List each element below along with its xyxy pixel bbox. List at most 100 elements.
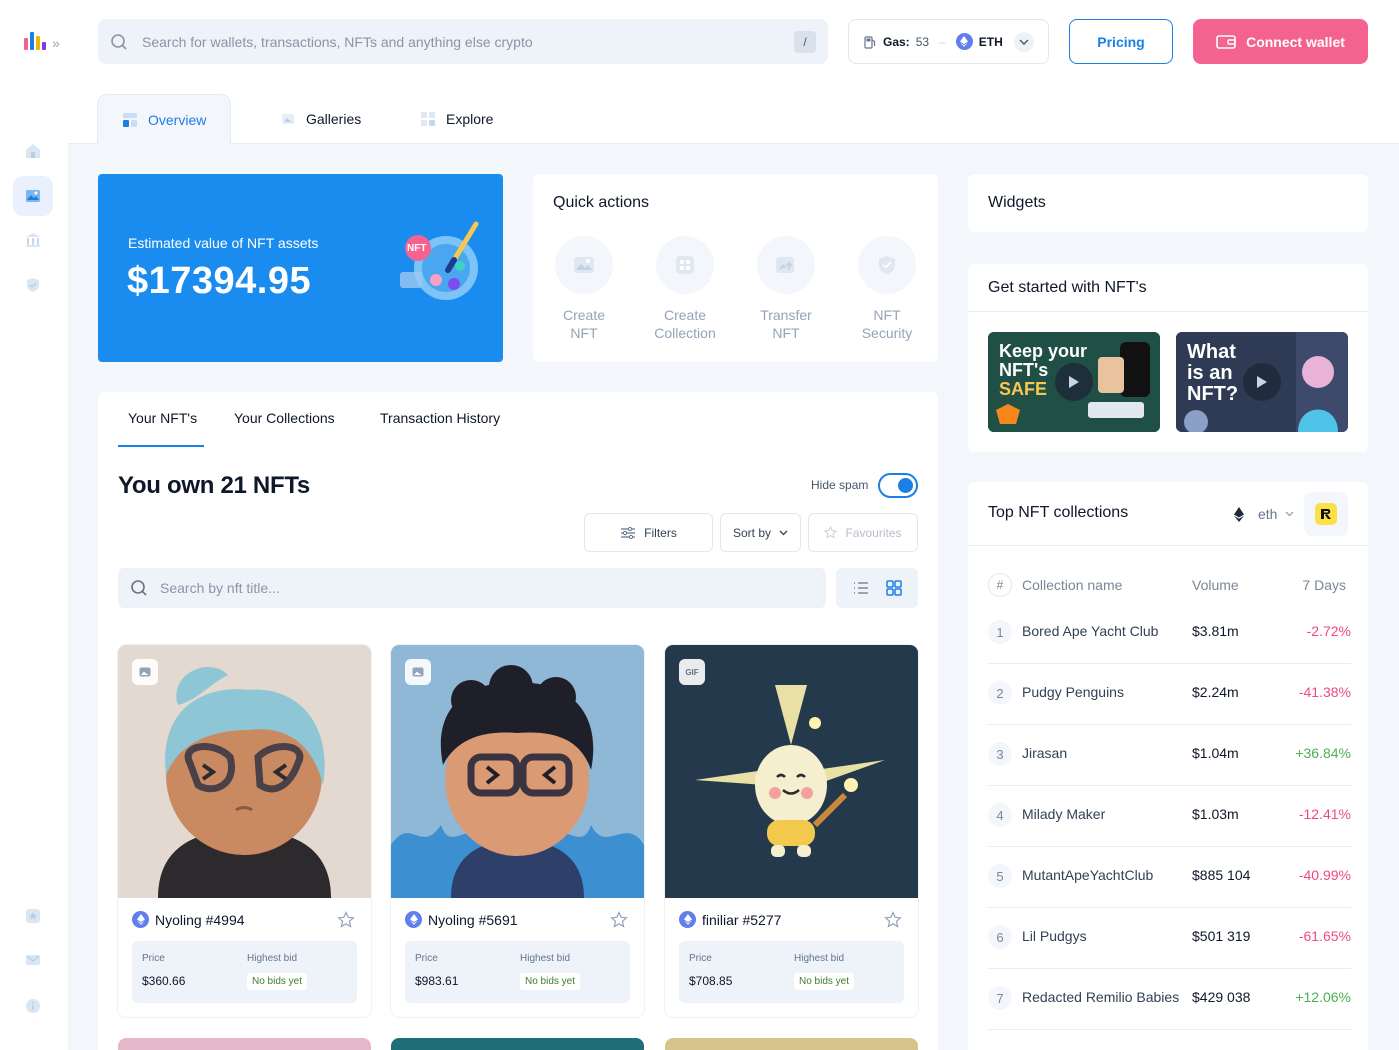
tab-your-nfts[interactable]: Your NFT's xyxy=(128,410,197,426)
sidebar-item-info[interactable] xyxy=(13,986,53,1026)
table-row[interactable]: 5 MutantApeYachtClub $885 104 -40.99% xyxy=(988,847,1351,908)
chevron-down-icon xyxy=(1014,31,1034,52)
mail-icon xyxy=(26,955,40,965)
left-rail: » xyxy=(0,0,68,1050)
list-view-icon[interactable] xyxy=(853,582,869,594)
connect-wallet-label: Connect wallet xyxy=(1246,33,1345,50)
price-label: Price xyxy=(415,953,438,964)
nft-value-card: Estimated value of NFT assets $17394.95 … xyxy=(98,174,503,362)
gas-network-selector[interactable]: Gas: 53 – ETH xyxy=(848,19,1049,64)
nft-search-input[interactable]: Search by nft title... xyxy=(160,580,280,596)
tab-explore[interactable]: Explore xyxy=(420,94,493,144)
nft-name-label: finiliar #5277 xyxy=(702,911,782,928)
nft-card[interactable]: GIF finiliar #5277 Price $708.85 Highest… xyxy=(665,645,918,1017)
table-row[interactable]: 1 Bored Ape Yacht Club $3.81m -2.72% xyxy=(988,603,1351,664)
hide-spam-toggle[interactable] xyxy=(878,473,918,498)
nft-card-peek[interactable] xyxy=(391,1038,644,1050)
video-keep-nfts-safe[interactable]: Keep your NFT's SAFE xyxy=(988,332,1160,432)
collections-network-dropdown[interactable]: eth xyxy=(1234,506,1294,522)
quick-actions-card: Quick actions Create NFT Create Collection… xyxy=(533,174,938,362)
transfer-nft-button[interactable]: Transfer NFT xyxy=(746,236,826,342)
table-row[interactable]: 3 Jirasan $1.04m +36.84% xyxy=(988,725,1351,786)
favorite-star-icon[interactable] xyxy=(337,911,355,929)
collection-change: -2.72% xyxy=(1306,623,1351,639)
nft-card[interactable]: Nyoling #5691 Price $983.61 Highest bid … xyxy=(391,645,644,1017)
image-icon xyxy=(26,190,40,202)
favourites-button[interactable]: Favourites xyxy=(808,513,918,552)
create-nft-line1: Create xyxy=(562,307,606,323)
transfer-nft-line2: NFT xyxy=(772,325,800,341)
nft-security-button[interactable]: NFT Security xyxy=(847,236,927,342)
collection-change: -40.99% xyxy=(1298,867,1351,883)
table-row[interactable]: 4 Milady Maker $1.03m -12.41% xyxy=(988,786,1351,847)
image-icon xyxy=(574,257,594,273)
active-tab-underline xyxy=(118,445,204,447)
collection-change: +36.84% xyxy=(1295,745,1351,761)
favourites-label: Favourites xyxy=(845,525,902,540)
global-search-input[interactable]: Search for wallets, transactions, NFTs a… xyxy=(142,34,794,50)
create-nft-button[interactable]: Create NFT xyxy=(544,236,624,342)
nft-name: Nyoling #4994 xyxy=(132,911,245,928)
home-icon xyxy=(26,144,40,158)
favorite-star-icon[interactable] xyxy=(610,911,628,929)
collection-volume: $885 104 xyxy=(1192,867,1251,883)
nft-card-peek[interactable] xyxy=(665,1038,918,1050)
highest-bid-value: No bids yet xyxy=(520,973,581,990)
play-icon[interactable] xyxy=(1243,363,1281,401)
global-search[interactable]: Search for wallets, transactions, NFTs a… xyxy=(98,19,828,64)
video-title: What is an NFT? xyxy=(1187,341,1239,405)
transfer-image-icon xyxy=(776,257,794,273)
collection-volume: $429 038 xyxy=(1192,989,1251,1005)
pricing-button[interactable]: Pricing xyxy=(1069,19,1173,64)
gas-label: Gas: xyxy=(883,34,910,49)
create-collection-line2: Collection xyxy=(654,325,716,341)
app-logo[interactable]: » xyxy=(24,32,60,50)
sidebar-item-home[interactable] xyxy=(13,131,53,171)
filters-button[interactable]: Filters xyxy=(584,513,713,552)
video-what-is-nft[interactable]: What is an NFT? xyxy=(1176,332,1348,432)
play-icon[interactable] xyxy=(1055,363,1093,401)
gas-value: 53 xyxy=(915,34,930,49)
sidebar-item-nft[interactable] xyxy=(13,176,53,216)
table-row[interactable]: 7 Redacted Remilio Babies $429 038 +12.06% xyxy=(988,969,1351,1030)
collection-rank: 1 xyxy=(988,620,1012,644)
collection-volume: $3.81m xyxy=(1192,623,1239,639)
sidebar-item-favorites[interactable] xyxy=(13,896,53,936)
tab-transaction-history[interactable]: Transaction History xyxy=(380,410,500,426)
widgets-card[interactable]: Widgets xyxy=(968,174,1368,232)
tab-your-collections[interactable]: Your Collections xyxy=(234,410,335,426)
sidebar-item-security[interactable] xyxy=(13,265,53,305)
nft-price-box: Price $360.66 Highest bid No bids yet xyxy=(132,941,357,1003)
tab-galleries[interactable]: Galleries xyxy=(280,94,361,144)
get-started-card: Get started with NFT's Keep your NFT's SAF… xyxy=(968,264,1368,452)
highest-bid-value: No bids yet xyxy=(247,973,308,990)
info-icon xyxy=(26,999,40,1013)
nft-image[interactable]: GIF xyxy=(665,645,918,898)
divider xyxy=(968,545,1368,546)
nft-image[interactable] xyxy=(118,645,371,898)
expand-chevron-icon[interactable]: » xyxy=(52,36,60,50)
table-row[interactable]: 2 Pudgy Penguins $2.24m -41.38% xyxy=(988,664,1351,725)
nft-price-box: Price $708.85 Highest bid No bids yet xyxy=(679,941,904,1003)
sidebar-item-defi[interactable] xyxy=(13,220,53,260)
nft-card-peek[interactable] xyxy=(118,1038,371,1050)
table-row[interactable]: 6 Lil Pudgys $501 319 -61.65% xyxy=(988,908,1351,969)
collection-name: MutantApeYachtClub xyxy=(1022,867,1154,883)
gif-badge: GIF xyxy=(679,659,705,685)
create-collection-button[interactable]: Create Collection xyxy=(645,236,725,342)
connect-wallet-button[interactable]: Connect wallet xyxy=(1193,19,1368,64)
highest-bid-label: Highest bid xyxy=(520,953,571,964)
grid-view-icon[interactable] xyxy=(885,580,902,596)
rarible-source-button[interactable] xyxy=(1304,492,1348,536)
sort-by-dropdown[interactable]: Sort by xyxy=(720,513,801,552)
collection-volume: $1.03m xyxy=(1192,806,1239,822)
sidebar-item-messages[interactable] xyxy=(13,940,53,980)
collection-name: Bored Ape Yacht Club xyxy=(1022,623,1159,639)
nft-image[interactable] xyxy=(391,645,644,898)
tab-overview[interactable]: Overview xyxy=(97,94,232,145)
tab-explore-label: Explore xyxy=(446,111,494,127)
nft-search[interactable]: Search by nft title... xyxy=(118,568,826,608)
favorite-star-icon[interactable] xyxy=(884,911,902,929)
nft-card[interactable]: Nyoling #4994 Price $360.66 Highest bid … xyxy=(118,645,371,1017)
nft-name: Nyoling #5691 xyxy=(405,911,518,928)
